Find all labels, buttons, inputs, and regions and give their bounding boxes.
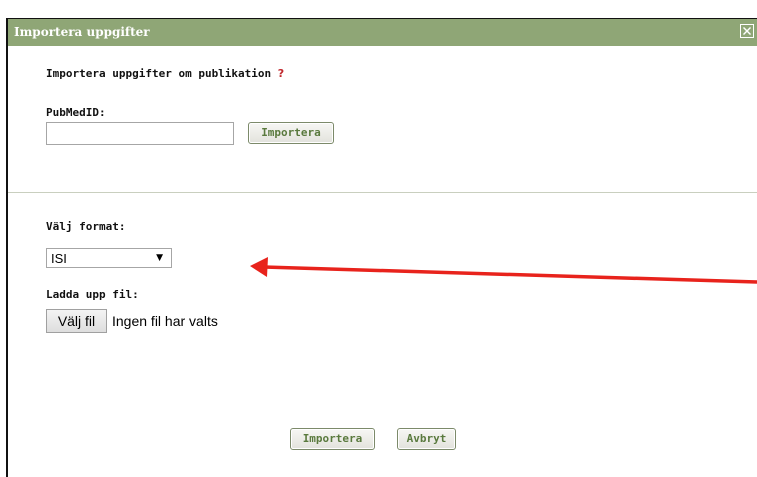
pubmed-section-heading: Importera uppgifter om publikation ? — [46, 67, 284, 80]
format-label: Välj format: — [46, 220, 126, 233]
file-status-text: Ingen fil har valts — [112, 313, 218, 329]
chevron-down-icon: ▼ — [156, 253, 163, 263]
format-select-value: ISI — [51, 251, 67, 266]
pubmed-id-input[interactable] — [46, 122, 234, 145]
help-link[interactable]: ? — [278, 67, 284, 80]
section-divider — [8, 192, 757, 193]
pubmed-field-label: PubMedID: — [46, 106, 106, 119]
dialog-titlebar: Importera uppgifter — [8, 19, 757, 46]
choose-file-button[interactable]: Välj fil — [46, 309, 107, 333]
cancel-button[interactable]: Avbryt — [397, 428, 456, 450]
upload-label: Ladda upp fil: — [46, 288, 139, 301]
close-box-icon[interactable] — [740, 24, 754, 38]
format-select[interactable]: ISI ▼ — [46, 248, 172, 268]
import-dialog: Importera uppgifter Importera uppgifter … — [6, 18, 757, 477]
dialog-title: Importera uppgifter — [14, 25, 150, 39]
import-submit-button[interactable]: Importera — [290, 428, 375, 450]
pubmed-heading-text: Importera uppgifter om publikation — [46, 67, 272, 80]
pubmed-import-button[interactable]: Importera — [248, 122, 334, 144]
